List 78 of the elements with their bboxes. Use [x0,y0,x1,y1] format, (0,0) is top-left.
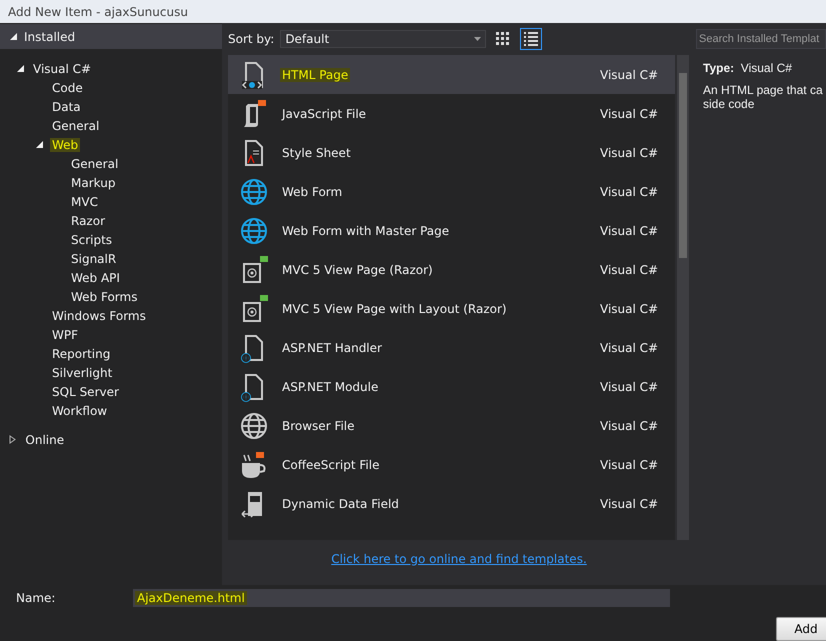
template-language: Visual C# [600,340,660,354]
caret-icon [474,37,482,41]
template-row[interactable]: CoffeeScript File Visual C# [228,445,675,484]
list-icon [524,32,538,46]
template-row[interactable]: Web Form with Master Page Visual C# [228,211,675,250]
collapsed-arrow-icon[interactable] [8,435,18,444]
list-view-button[interactable] [520,28,542,50]
tree-item[interactable]: Web [50,138,80,152]
template-language: Visual C# [600,496,660,510]
template-language: Visual C# [600,184,660,198]
template-language: Visual C# [600,262,660,276]
type-value: Visual C# [740,61,792,75]
template-name: ASP.NET Handler [281,340,383,354]
template-row[interactable]: JavaScript File Visual C# [228,94,675,133]
type-label: Type: [703,61,734,75]
expanded-arrow-icon[interactable] [9,32,18,41]
tree-item[interactable]: MVC [69,194,100,208]
tree-item[interactable]: Web Forms [69,290,140,304]
template-name: Web Form [281,184,344,198]
expanded-arrow-icon[interactable] [16,64,25,73]
template-row[interactable]: ASP.NET Handler Visual C# [228,328,675,367]
tree-item[interactable]: General [69,156,120,170]
tree-item[interactable]: Razor [69,214,108,228]
expanded-arrow-icon[interactable] [35,140,44,149]
tree-item[interactable]: Web API [69,270,122,284]
template-row[interactable]: ASP.NET Module Visual C# [228,367,675,406]
tree-item[interactable]: Scripts [69,232,114,246]
scrollbar[interactable] [677,55,689,540]
template-language: Visual C# [600,418,660,432]
tree-item[interactable]: Reporting [50,346,112,360]
template-language: Visual C# [600,106,660,120]
scrollbar-thumb[interactable] [679,73,687,258]
add-button[interactable]: Add [776,617,826,641]
template-language: Visual C# [600,68,660,82]
template-language: Visual C# [600,302,660,316]
tree-item[interactable]: Windows Forms [50,308,148,322]
grid-icon [496,32,510,46]
template-row[interactable]: MVC 5 View Page with Layout (Razor) Visual C# [228,289,675,328]
tree-item[interactable]: SignalR [69,252,118,266]
template-row[interactable]: Browser File Visual C# [228,406,675,445]
template-language: Visual C# [600,380,660,394]
template-name: JavaScript File [280,106,368,120]
template-name: Web Form with Master Page [281,224,450,238]
template-row[interactable]: Web Form Visual C# [228,172,675,211]
template-name: HTML Page [280,68,350,82]
sort-label: Sort by: [228,32,274,46]
template-name: Browser File [281,418,356,432]
tree-item[interactable]: SQL Server [50,384,121,398]
template-row[interactable]: MVC 5 View Page (Razor) Visual C# [228,250,675,289]
tree-item[interactable]: Code [50,80,85,94]
template-row[interactable]: HTML Page Visual C# [228,55,675,94]
tree-item[interactable]: Data [50,100,83,114]
online-templates-link[interactable]: Click here to go online and find templates. [331,552,587,566]
tree-item[interactable]: WPF [50,328,80,342]
name-input-field[interactable]: AjaxDeneme.html [133,588,670,606]
sort-dropdown[interactable]: Default [280,30,486,48]
template-row[interactable]: Style Sheet Visual C# [228,133,675,172]
section-header[interactable]: Installed [0,24,222,49]
template-language: Visual C# [600,146,660,160]
template-name: MVC 5 View Page (Razor) [281,262,434,276]
name-label: Name: [15,590,56,604]
tree-item[interactable]: Online [23,432,66,446]
tree-item[interactable]: Visual C# [31,62,94,76]
template-description: An HTML page that ca side code [703,83,823,111]
template-name: Style Sheet [281,146,352,160]
template-name: MVC 5 View Page with Layout (Razor) [281,302,508,316]
tree-item[interactable]: Silverlight [50,366,114,380]
template-row[interactable]: Dynamic Data Field Visual C# [228,484,675,523]
tree-item[interactable]: Workflow [50,404,110,418]
template-name: ASP.NET Module [281,380,380,394]
search-field[interactable]: Search Installed Templat [696,29,826,49]
tree-item[interactable]: General [50,118,102,132]
template-name: Dynamic Data Field [281,496,400,510]
tree-item[interactable]: Markup [69,176,118,190]
template-language: Visual C# [600,224,660,238]
template-name: CoffeeScript File [281,458,380,472]
template-language: Visual C# [600,458,660,472]
window-title: Add New Item - ajaxSunucusu [0,0,826,23]
